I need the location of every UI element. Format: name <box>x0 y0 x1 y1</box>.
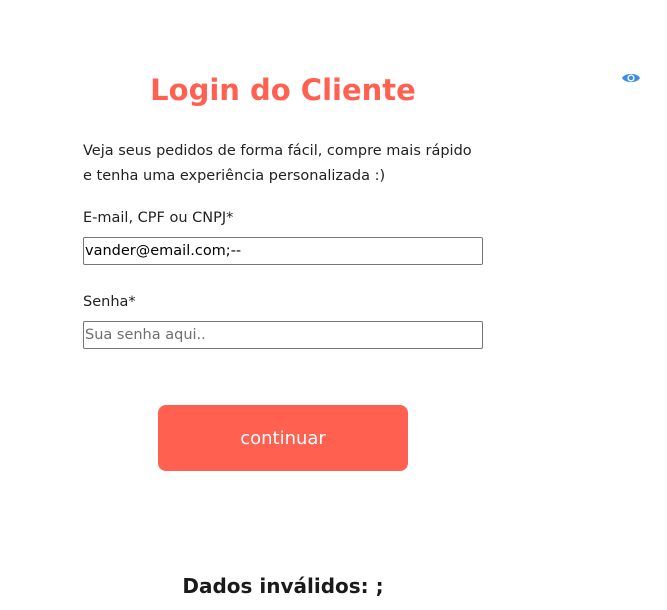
page-title: Login do Cliente <box>150 73 416 107</box>
password-label: Senha* <box>83 294 136 310</box>
email-field[interactable] <box>83 237 483 265</box>
continue-button[interactable]: continuar <box>158 405 408 471</box>
description-line-1: Veja seus pedidos de forma fácil, compre… <box>83 143 472 159</box>
email-label: E-mail, CPF ou CNPJ* <box>83 210 234 226</box>
login-description: Veja seus pedidos de forma fácil, compre… <box>83 139 483 189</box>
description-line-2: e tenha uma experiência personalizada :) <box>83 168 386 184</box>
password-field[interactable] <box>83 321 483 349</box>
eye-icon[interactable] <box>621 71 641 85</box>
error-message: Dados inválidos: ; <box>182 574 384 598</box>
